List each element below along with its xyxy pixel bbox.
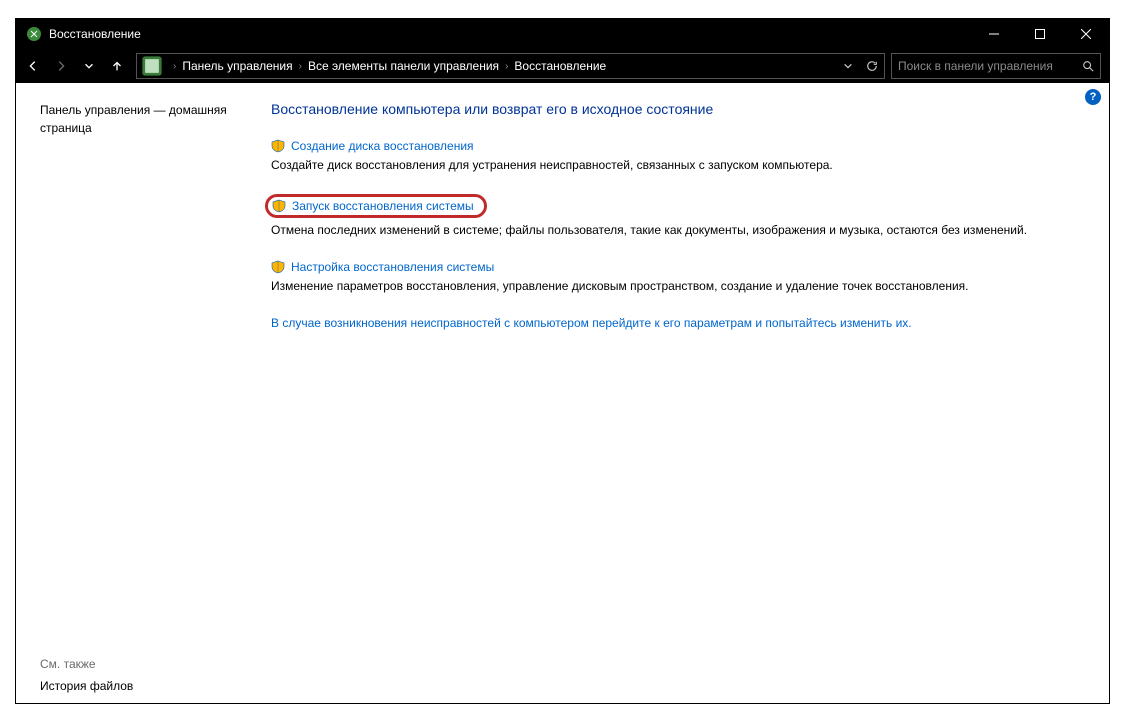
shield-icon — [271, 260, 285, 274]
refresh-button[interactable] — [860, 54, 884, 78]
search-input[interactable] — [892, 59, 1076, 73]
main-panel: Восстановление компьютера или возврат ег… — [241, 83, 1109, 703]
search-box[interactable] — [891, 53, 1101, 79]
breadcrumb-recovery[interactable]: Восстановление — [514, 59, 606, 73]
window-title: Восстановление — [49, 27, 971, 41]
recent-button[interactable] — [76, 53, 102, 79]
window-controls — [971, 19, 1109, 49]
back-button[interactable] — [20, 53, 46, 79]
file-history-link[interactable]: История файлов — [40, 679, 231, 693]
chevron-right-icon[interactable]: › — [499, 61, 514, 72]
highlight-callout: Запуск восстановления системы — [265, 194, 487, 218]
open-system-restore-link[interactable]: Запуск восстановления системы — [292, 199, 474, 213]
shield-icon — [272, 199, 286, 213]
titlebar: Восстановление — [16, 19, 1109, 49]
chevron-right-icon[interactable]: › — [167, 61, 182, 72]
close-button[interactable] — [1063, 19, 1109, 49]
control-panel-home-link[interactable]: Панель управления — домашняя страница — [40, 101, 231, 137]
content-area: ? Панель управления — домашняя страница … — [16, 83, 1109, 703]
control-panel-icon — [141, 55, 163, 77]
address-bar[interactable]: › Панель управления › Все элементы панел… — [136, 53, 885, 79]
navbar: › Панель управления › Все элементы панел… — [16, 49, 1109, 83]
see-also-label: См. также — [40, 657, 231, 671]
history-dropdown-button[interactable] — [836, 54, 860, 78]
minimize-button[interactable] — [971, 19, 1017, 49]
sidebar: Панель управления — домашняя страница См… — [16, 83, 241, 703]
item-create-recovery-drive: Создание диска восстановления Создайте д… — [271, 139, 1059, 174]
create-recovery-drive-link[interactable]: Создание диска восстановления — [291, 139, 474, 153]
go-to-settings-link[interactable]: В случае возникновения неисправностей с … — [271, 316, 912, 330]
breadcrumb-all-items[interactable]: Все элементы панели управления — [308, 59, 499, 73]
chevron-right-icon[interactable]: › — [293, 61, 308, 72]
maximize-button[interactable] — [1017, 19, 1063, 49]
configure-system-restore-link[interactable]: Настройка восстановления системы — [291, 260, 494, 274]
open-system-restore-desc: Отмена последних изменений в системе; фа… — [271, 222, 1059, 239]
create-recovery-drive-desc: Создайте диск восстановления для устране… — [271, 157, 1059, 174]
app-icon — [26, 26, 42, 42]
forward-button[interactable] — [48, 53, 74, 79]
breadcrumb-control-panel[interactable]: Панель управления — [182, 59, 292, 73]
item-go-to-settings: В случае возникновения неисправностей с … — [271, 315, 1059, 332]
up-button[interactable] — [104, 53, 130, 79]
item-open-system-restore: Запуск восстановления системы Отмена пос… — [271, 194, 1059, 239]
window: Восстановление › Панель управления › Все… — [15, 18, 1110, 704]
configure-system-restore-desc: Изменение параметров восстановления, упр… — [271, 278, 1059, 295]
page-title: Восстановление компьютера или возврат ег… — [271, 101, 1059, 117]
item-configure-system-restore: Настройка восстановления системы Изменен… — [271, 260, 1059, 295]
search-icon[interactable] — [1076, 54, 1100, 78]
shield-icon — [271, 139, 285, 153]
help-icon[interactable]: ? — [1085, 89, 1101, 105]
